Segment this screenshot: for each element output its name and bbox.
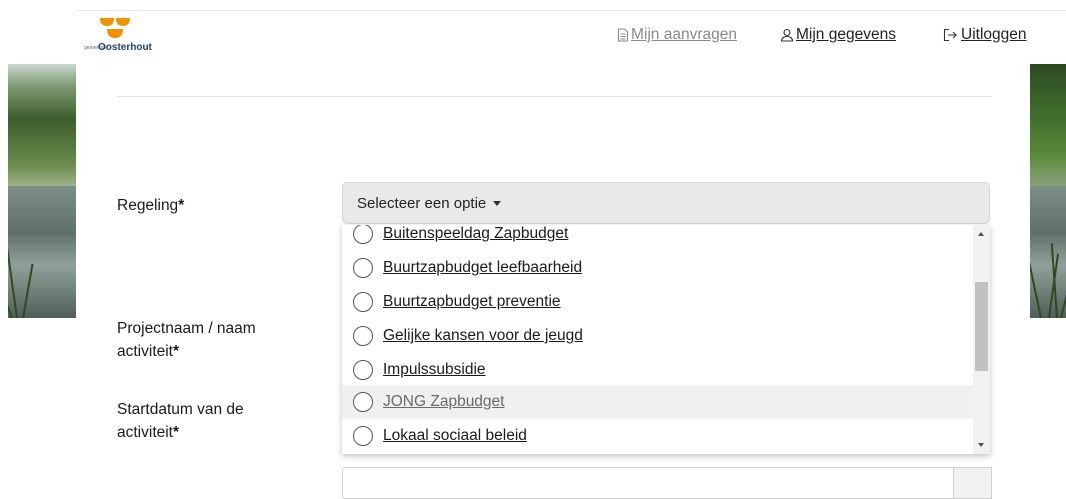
logo-mark-icon <box>100 18 130 38</box>
nav-my-requests[interactable]: Mijn aanvragen <box>617 24 737 46</box>
nav-logout-label: Uitloggen <box>961 26 1027 43</box>
required-mark: * <box>173 343 180 360</box>
start-date-label: Startdatum van de activiteit* <box>117 401 244 441</box>
option-label: Lokaal sociaal beleid <box>383 427 527 444</box>
document-icon <box>617 28 629 42</box>
background-photo-right <box>1030 64 1066 318</box>
oosterhout-logo[interactable]: gemeente Oosterhout <box>84 14 184 62</box>
radio-icon[interactable] <box>353 360 373 380</box>
project-name-label: Projectnaam / naam activiteit* <box>117 320 256 360</box>
option-impulssubsidie[interactable]: Impulssubsidie <box>342 353 973 387</box>
nav-my-requests-label: Mijn aanvragen <box>631 26 737 43</box>
option-jong-zapbudget[interactable]: JONG Zapbudget <box>342 385 973 419</box>
nav-logout[interactable]: Uitloggen <box>943 24 1027 46</box>
radio-icon[interactable] <box>353 392 373 412</box>
nav-my-details[interactable]: Mijn gegevens <box>780 24 896 46</box>
background-photo-left <box>8 64 76 318</box>
option-buurtzapbudget-preventie[interactable]: Buurtzapbudget preventie <box>342 285 973 319</box>
logo-name: Oosterhout <box>98 42 152 53</box>
option-label: JONG Zapbudget <box>383 393 505 410</box>
option-label: Buitenspeeldag Zapbudget <box>383 225 569 242</box>
logout-icon <box>943 28 959 42</box>
next-field-input[interactable] <box>342 467 956 499</box>
required-mark: * <box>173 424 180 441</box>
next-field-addon[interactable] <box>953 467 992 499</box>
user-icon <box>780 28 794 42</box>
nav-my-details-label: Mijn gegevens <box>796 26 896 43</box>
chevron-down-icon <box>493 200 502 206</box>
regeling-select-value: Selecteer een optie <box>357 194 487 212</box>
option-lokaal-sociaal-beleid[interactable]: Lokaal sociaal beleid <box>342 419 973 453</box>
option-label: Gelijke kansen voor de jeugd <box>383 327 583 344</box>
option-label: Impulssubsidie <box>383 361 486 378</box>
required-mark: * <box>178 197 185 214</box>
scroll-down-arrow-icon[interactable] <box>973 437 990 454</box>
regeling-dropdown-list[interactable]: Buitenspeeldag Zapbudget Buurtzapbudget … <box>342 225 990 454</box>
option-buitenspeeldag-zapbudget[interactable]: Buitenspeeldag Zapbudget <box>342 225 973 251</box>
option-label: Buurtzapbudget preventie <box>383 293 561 310</box>
option-gelijke-kansen[interactable]: Gelijke kansen voor de jeugd <box>342 319 973 353</box>
option-label: Buurtzapbudget leefbaarheid <box>383 259 583 276</box>
option-buurtzapbudget-leefbaarheid[interactable]: Buurtzapbudget leefbaarheid <box>342 251 973 285</box>
regeling-label: Regeling* <box>117 197 185 214</box>
scroll-up-arrow-icon[interactable] <box>973 225 990 242</box>
radio-icon[interactable] <box>353 258 373 278</box>
dropdown-scrollbar[interactable] <box>973 225 990 454</box>
regeling-select[interactable]: Selecteer een optie <box>342 182 990 224</box>
radio-icon[interactable] <box>353 292 373 312</box>
radio-icon[interactable] <box>353 426 373 446</box>
radio-icon[interactable] <box>353 326 373 346</box>
header-divider <box>76 10 1066 11</box>
scrollbar-thumb[interactable] <box>975 282 988 371</box>
section-divider <box>117 96 992 97</box>
radio-icon[interactable] <box>353 225 373 244</box>
